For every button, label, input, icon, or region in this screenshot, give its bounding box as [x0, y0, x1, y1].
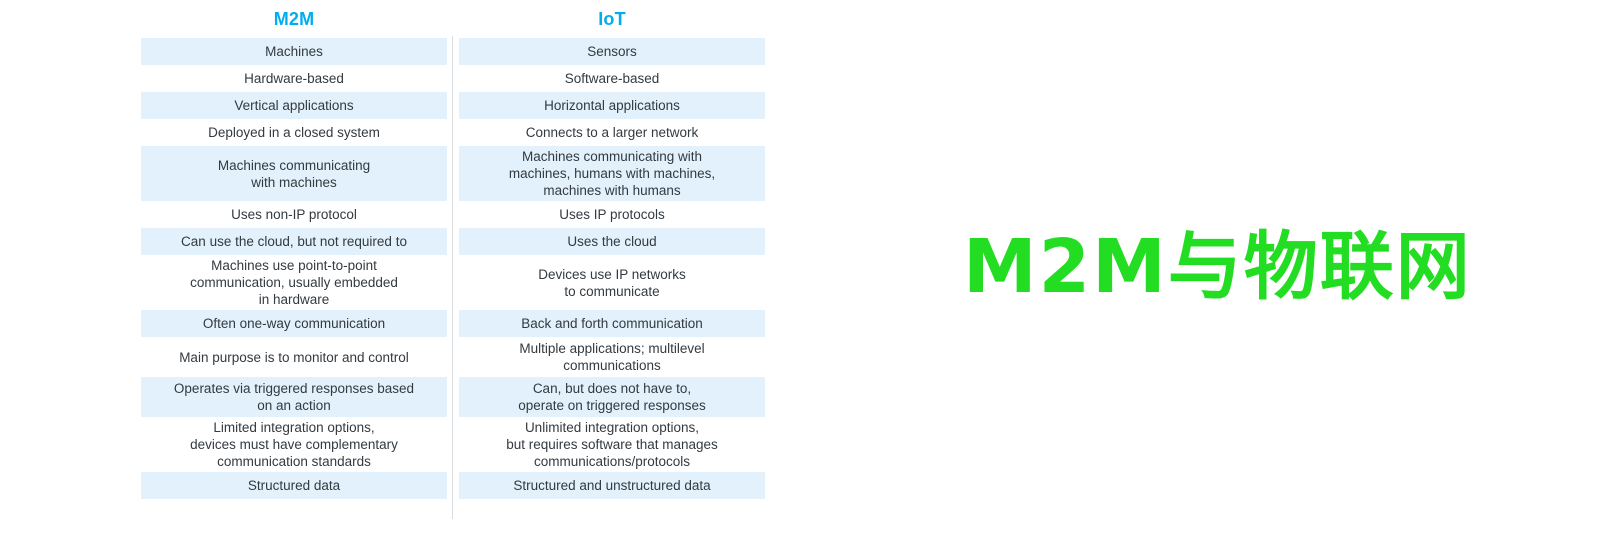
table-cell-text: Can, but does not have to, operate on tr… [518, 381, 706, 413]
table-cell-text: Vertical applications [234, 98, 354, 113]
table-row: Can use the cloud, but not required to [141, 228, 447, 255]
table-row: Machines communicating with machines [141, 146, 447, 201]
table-cell-text: Machines [265, 44, 323, 59]
table-cell-text: Software-based [564, 71, 660, 86]
table-row: Unlimited integration options, but requi… [459, 417, 765, 472]
table-cell-text: Uses IP protocols [559, 207, 665, 222]
table-cell-text: Machines communicating with machines [217, 157, 371, 190]
table-row: Multiple applications; multilevel commun… [459, 337, 765, 377]
table-row: Horizontal applications [459, 92, 765, 119]
table-cell-text: Uses the cloud [567, 234, 657, 249]
table-row: Structured data [141, 472, 447, 499]
table-cell-text: Deployed in a closed system [208, 125, 380, 140]
overlay-title-green: M2M与物联网 [963, 224, 1472, 310]
comparison-column-m2m: M2M Machines Hardware-based Vertical appli… [141, 0, 447, 499]
table-row: Back and forth communication [459, 310, 765, 337]
table-row: Uses IP protocols [459, 201, 765, 228]
table-row: Devices use IP networks to communicate [459, 255, 765, 310]
m2m-iot-comparison-table: M2M Machines Hardware-based Vertical appli… [141, 0, 765, 539]
table-cell-text: Structured and unstructured data [513, 478, 711, 493]
table-cell-text: Hardware-based [244, 71, 344, 86]
table-row: Operates via triggered responses based o… [141, 377, 447, 417]
table-cell-text: Multiple applications; multilevel commun… [519, 341, 705, 373]
column-body-m2m: Machines Hardware-based Vertical applicati… [141, 38, 447, 499]
table-cell-text: Back and forth communication [521, 316, 703, 331]
screenshot-canvas: M2M Machines Hardware-based Vertical appli… [0, 0, 1600, 539]
comparison-column-iot: IoT Sensors Software-based Horizontal appl… [459, 0, 765, 499]
table-cell-text: Uses non-IP protocol [231, 207, 357, 222]
table-cell-text: Limited integration options, devices mus… [190, 420, 398, 469]
table-cell-text: Operates via triggered responses based o… [173, 381, 415, 413]
column-header-iot: IoT [598, 9, 626, 29]
table-cell-text: Machines use point-to-point communicatio… [190, 258, 398, 307]
table-row: Often one-way communication [141, 310, 447, 337]
table-cell-text: Structured data [247, 478, 341, 493]
table-row: Machines use point-to-point communicatio… [141, 255, 447, 310]
table-cell-text: Devices use IP networks to communicate [538, 266, 686, 299]
table-cell-text: Horizontal applications [544, 98, 680, 113]
table-row: Vertical applications [141, 92, 447, 119]
column-header-m2m: M2M [273, 9, 315, 29]
table-row: Uses non-IP protocol [141, 201, 447, 228]
table-cell-text: Can use the cloud, but not required to [181, 234, 407, 249]
table-row: Limited integration options, devices mus… [141, 417, 447, 472]
table-row: Hardware-based [141, 65, 447, 92]
table-row: Software-based [459, 65, 765, 92]
table-row: Machines communicating with machines, hu… [459, 146, 765, 201]
table-cell-text: Unlimited integration options, but requi… [506, 420, 718, 469]
table-cell-text: Machines communicating with machines, hu… [508, 149, 716, 198]
table-row: Can, but does not have to, operate on tr… [459, 377, 765, 417]
table-row: Structured and unstructured data [459, 472, 765, 499]
table-row: Machines [141, 38, 447, 65]
table-cell-text: Often one-way communication [202, 316, 386, 331]
table-cell-text: Connects to a larger network [525, 125, 699, 140]
table-cell-text: Sensors [587, 44, 637, 59]
table-row: Connects to a larger network [459, 119, 765, 146]
table-row: Deployed in a closed system [141, 119, 447, 146]
table-row: Sensors [459, 38, 765, 65]
table-row: Uses the cloud [459, 228, 765, 255]
column-divider [447, 0, 459, 539]
column-body-iot: Sensors Software-based Horizontal applicat… [459, 38, 765, 499]
table-row: Main purpose is to monitor and control [141, 337, 447, 377]
table-cell-text: Main purpose is to monitor and control [179, 349, 409, 365]
